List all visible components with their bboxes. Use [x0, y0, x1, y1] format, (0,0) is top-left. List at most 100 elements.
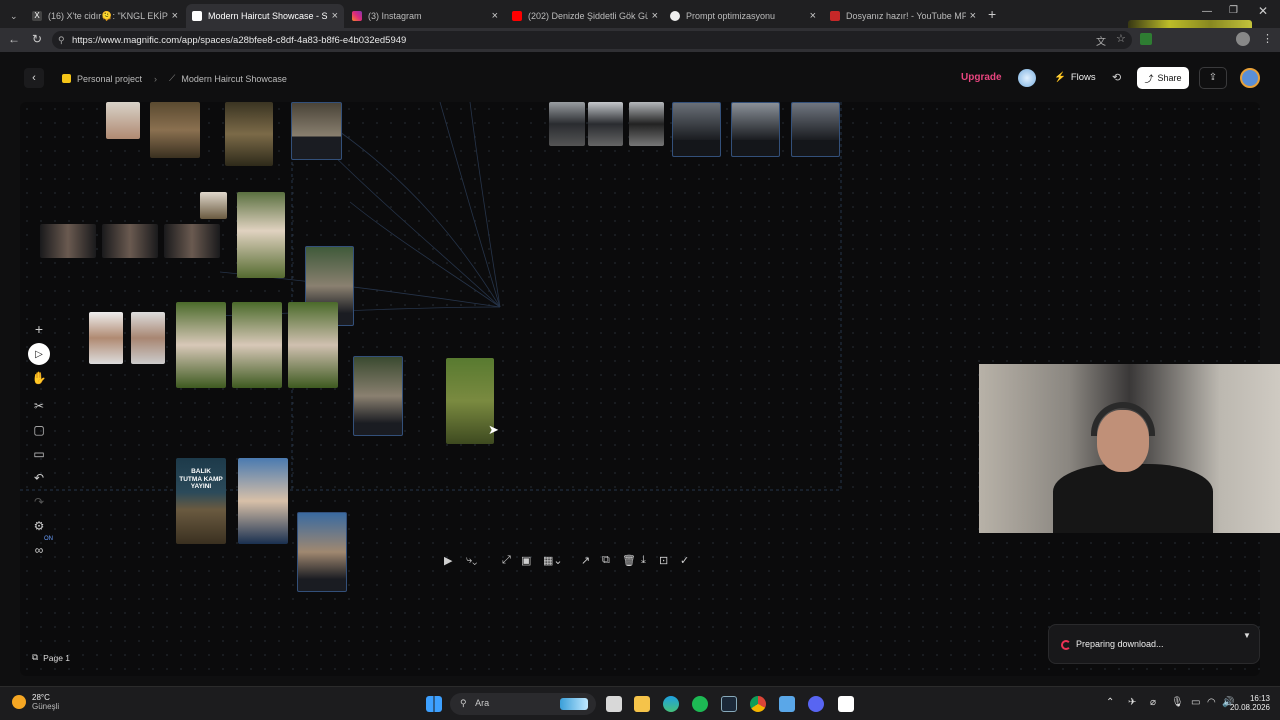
canvas-image[interactable] — [131, 312, 165, 364]
trash-icon[interactable]: 🗑 — [622, 554, 636, 567]
close-icon[interactable]: × — [172, 10, 178, 22]
undo-icon[interactable]: ↶ — [28, 467, 50, 489]
canvas-image[interactable] — [238, 458, 288, 544]
folder-icon[interactable]: ⊡ — [659, 554, 668, 567]
tab-youtube[interactable]: (202) Denizde Şiddetli Gök Gürült × — [506, 4, 664, 28]
check-icon[interactable]: ✓ — [680, 554, 689, 567]
comment-icon[interactable]: ▭ — [28, 443, 50, 465]
canvas-image[interactable] — [150, 102, 200, 158]
chevron-down-icon[interactable]: ▼ — [1243, 631, 1251, 640]
export-button[interactable]: ⇪ — [1199, 67, 1227, 89]
canvas-image[interactable] — [232, 302, 282, 388]
canvas-image[interactable] — [549, 102, 585, 146]
canvas-output-card[interactable] — [791, 102, 840, 157]
canvas-output-card[interactable] — [672, 102, 721, 157]
tray-app-icon[interactable]: ✈ — [1128, 697, 1136, 708]
canvas-image[interactable] — [588, 102, 623, 146]
steam-icon[interactable] — [721, 696, 737, 712]
plus-icon[interactable]: + — [28, 318, 50, 340]
close-icon[interactable]: × — [492, 10, 498, 22]
canvas-image[interactable] — [288, 302, 338, 388]
tab-magnific[interactable]: Modern Haircut Showcase - Space × — [186, 4, 344, 28]
site-info-icon[interactable]: ⚲ — [58, 35, 65, 46]
tray-wifi-off-icon[interactable]: ⌀ — [1150, 697, 1156, 708]
browser-menu-icon[interactable]: ⋮ — [1262, 32, 1273, 45]
history-icon[interactable]: ⟲ — [1112, 71, 1121, 84]
canvas-image[interactable] — [176, 302, 226, 388]
back-button[interactable]: ‹ — [24, 68, 44, 88]
tab-instagram[interactable]: (3) Instagram × — [346, 4, 504, 28]
duplicate-icon[interactable]: ⧉ — [602, 554, 610, 567]
capcut-icon[interactable] — [838, 696, 854, 712]
minimize-button[interactable]: — — [1202, 6, 1212, 17]
canvas-image[interactable] — [225, 102, 273, 166]
windows-start-icon[interactable] — [426, 696, 442, 712]
canvas-image[interactable] — [237, 192, 285, 278]
scissors-icon[interactable]: ✂ — [28, 395, 50, 417]
extensions-icon[interactable] — [1140, 33, 1152, 45]
notepad-icon[interactable] — [779, 696, 795, 712]
taskbar-search[interactable]: ⚲ Ara — [450, 693, 596, 715]
url-field[interactable]: ⚲ https://www.magnific.com/app/spaces/a2… — [52, 31, 1132, 49]
canvas-output-card[interactable] — [291, 102, 342, 160]
tab-x[interactable]: X (16) X'te cidır🫠: "KNGL EKİP (PAR × — [26, 4, 184, 28]
canvas-image[interactable] — [102, 224, 158, 258]
user-avatar[interactable] — [1018, 69, 1036, 87]
canvas-image[interactable] — [40, 224, 96, 258]
canvas-image[interactable] — [89, 312, 123, 364]
hand-icon[interactable]: ✋ — [28, 367, 50, 389]
external-link-icon[interactable]: ↗ — [581, 554, 590, 567]
file-explorer-icon[interactable] — [634, 696, 650, 712]
page-selector[interactable]: ⧉ Page 1 — [32, 652, 70, 663]
canvas-image[interactable] — [200, 192, 227, 219]
tab-list-button[interactable]: ⌄ — [4, 4, 24, 28]
crop-icon[interactable]: ▣ — [521, 554, 531, 567]
canvas-output-card[interactable] — [731, 102, 780, 157]
canvas-image[interactable] — [164, 224, 220, 258]
spotify-icon[interactable] — [692, 696, 708, 712]
canvas-image[interactable] — [446, 358, 494, 444]
restore-button[interactable]: ❐ — [1229, 5, 1238, 16]
expand-icon[interactable]: ⤢ — [502, 554, 511, 567]
account-avatar[interactable] — [1240, 68, 1260, 88]
wifi-icon[interactable]: ◠ — [1207, 697, 1216, 708]
profile-avatar-icon[interactable] — [1236, 32, 1250, 46]
breadcrumb-project[interactable]: Personal project — [77, 74, 142, 84]
tab-chatgpt[interactable]: Prompt optimizasyonu × — [664, 4, 822, 28]
settings-icon[interactable]: ⚙ — [28, 515, 50, 537]
frame-icon[interactable]: ▢ — [28, 419, 50, 441]
pointer-icon[interactable]: ▷ — [28, 343, 50, 365]
share-button[interactable]: ⤴ Share — [1137, 67, 1189, 89]
canvas-image[interactable] — [629, 102, 664, 146]
redo-icon[interactable]: ↷ — [28, 491, 50, 513]
translate-icon[interactable]: 文 — [1096, 33, 1106, 48]
close-icon[interactable]: × — [810, 10, 816, 22]
close-icon[interactable]: × — [652, 10, 658, 22]
weather-widget[interactable]: 28°C Güneşli — [12, 693, 59, 711]
back-icon[interactable]: ← — [8, 32, 20, 46]
close-icon[interactable]: × — [332, 10, 338, 22]
task-view-icon[interactable] — [606, 696, 622, 712]
breadcrumb-space[interactable]: Modern Haircut Showcase — [181, 74, 287, 84]
play-icon[interactable]: ▶ — [444, 554, 452, 567]
canvas-image[interactable] — [106, 102, 140, 139]
grid-icon[interactable]: ▦⌄ — [543, 554, 563, 567]
canvas-output-card[interactable] — [353, 356, 403, 436]
microphone-icon[interactable]: 🎙 — [1171, 697, 1184, 708]
link-icon[interactable]: ∞ — [28, 539, 50, 561]
canvas-poster[interactable]: BALIK TUTMA KAMP YAYINI — [176, 458, 226, 544]
monitor-icon[interactable]: ▭ — [1191, 697, 1200, 708]
system-clock[interactable]: 16:13 20.08.2026 — [1226, 694, 1270, 712]
close-icon[interactable]: × — [970, 10, 976, 22]
new-tab-button[interactable]: + — [988, 6, 996, 22]
edge-icon[interactable] — [663, 696, 679, 712]
canvas-output-card[interactable] — [297, 512, 347, 592]
bookmark-star-icon[interactable]: ☆ — [1116, 32, 1126, 45]
discord-icon[interactable] — [808, 696, 824, 712]
flows-button[interactable]: ⚡ Flows — [1054, 72, 1096, 83]
tray-chevron-icon[interactable]: ⌃ — [1106, 697, 1114, 708]
reload-icon[interactable]: ↻ — [32, 32, 42, 46]
chrome-icon[interactable] — [750, 696, 766, 712]
download-icon[interactable]: ⤓ — [641, 554, 646, 567]
tab-mp3[interactable]: Dosyanız hazır! - YouTube MP3 ve × — [824, 4, 982, 28]
